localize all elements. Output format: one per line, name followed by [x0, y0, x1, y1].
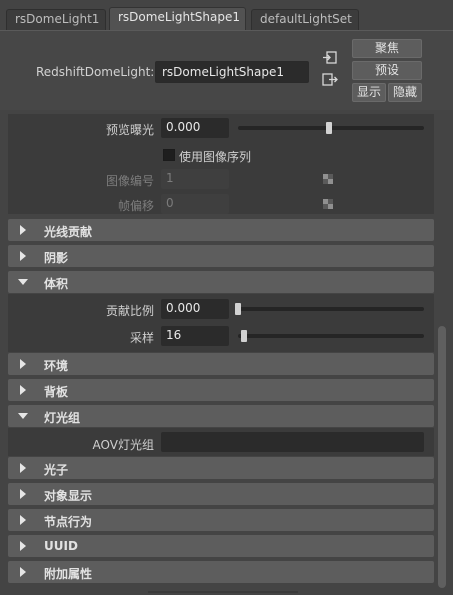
frame-object-display[interactable]: 对象显示	[8, 483, 434, 505]
preview-exposure-field[interactable]: 0.000	[161, 118, 229, 138]
bottom-divider	[148, 591, 298, 593]
tab-label: rsDomeLight1	[15, 12, 100, 26]
frame-light-contribution[interactable]: 光线贡献	[8, 219, 434, 241]
collapsed-arrow-icon	[20, 567, 26, 577]
use-image-sequence-checkbox[interactable]	[163, 149, 175, 161]
collapsed-arrow-icon	[20, 489, 26, 499]
tab-label: rsDomeLightShape1	[118, 10, 240, 24]
samples-slider-handle[interactable]	[241, 330, 247, 342]
keyframe-icon[interactable]	[323, 174, 333, 184]
frame-node-behavior[interactable]: 节点行为	[8, 509, 434, 531]
light-group-section: AOV灯光组	[8, 428, 434, 456]
collapsed-arrow-icon	[20, 385, 26, 395]
contribution-scale-slider[interactable]	[238, 307, 424, 311]
output-connection-icon[interactable]	[322, 73, 338, 87]
samples-slider[interactable]	[238, 334, 424, 338]
frame-environment[interactable]: 环境	[8, 353, 434, 375]
frame-backplate[interactable]: 背板	[8, 379, 434, 401]
samples-label: 采样	[129, 331, 154, 345]
frame-title: 附加属性	[44, 567, 93, 581]
frame-title: 背板	[44, 385, 69, 399]
input-connection-icon[interactable]	[322, 51, 338, 65]
frame-title: 光线贡献	[44, 225, 93, 239]
attribute-panel: 预览曝光 0.000 使用图像序列 图像编号 1 帧偏移 0 光线贡献 阴影 体…	[8, 114, 434, 592]
tab-label: defaultLightSet	[260, 12, 352, 26]
contribution-scale-field[interactable]: 0.000	[161, 299, 229, 319]
aov-light-group-label: AOV灯光组	[92, 438, 154, 452]
frame-extra-attributes[interactable]: 附加属性	[8, 561, 434, 583]
collapsed-arrow-icon	[20, 359, 26, 369]
focus-button[interactable]: 聚焦	[352, 39, 422, 58]
expanded-arrow-icon	[18, 413, 28, 419]
collapsed-arrow-icon	[20, 251, 26, 261]
vertical-scrollbar[interactable]	[436, 114, 448, 592]
show-button[interactable]: 显示	[352, 83, 386, 102]
frame-title: UUID	[44, 539, 78, 553]
frame-title: 节点行为	[44, 515, 93, 529]
contribution-scale-label: 贡献比例	[105, 304, 154, 318]
volume-section: 贡献比例 0.000 采样 16	[8, 294, 434, 352]
collapsed-arrow-icon	[20, 225, 26, 235]
frame-title: 对象显示	[44, 489, 93, 503]
tab-rsdomelight1[interactable]: rsDomeLight1	[6, 9, 106, 30]
collapsed-arrow-icon	[20, 515, 26, 525]
expanded-arrow-icon	[18, 279, 28, 285]
frame-photon[interactable]: 光子	[8, 457, 434, 479]
image-number-label: 图像编号	[105, 174, 154, 188]
frame-shadow[interactable]: 阴影	[8, 245, 434, 267]
scrollbar-thumb[interactable]	[438, 326, 446, 588]
node-name-field[interactable]: rsDomeLightShape1	[155, 61, 309, 83]
frame-volume[interactable]: 体积	[8, 271, 434, 293]
aov-light-group-field[interactable]	[161, 432, 424, 452]
image-section: 预览曝光 0.000 使用图像序列 图像编号 1 帧偏移 0	[8, 114, 434, 214]
frame-title: 阴影	[44, 251, 69, 265]
frame-offset-label: 帧偏移	[117, 199, 154, 213]
frame-uuid[interactable]: UUID	[8, 535, 434, 557]
tab-rsdomelightshape1[interactable]: rsDomeLightShape1	[109, 7, 246, 30]
frame-title: 体积	[44, 277, 69, 291]
frame-title: 环境	[44, 359, 69, 373]
node-type-label: RedshiftDomeLight:	[36, 65, 155, 79]
preview-exposure-slider-handle[interactable]	[326, 122, 332, 134]
preview-exposure-label: 预览曝光	[105, 123, 154, 137]
tab-bar: rsDomeLight1 rsDomeLightShape1 defaultLi…	[0, 0, 453, 30]
hide-button[interactable]: 隐藏	[388, 83, 422, 102]
use-image-sequence-label: 使用图像序列	[179, 150, 252, 164]
frame-light-group[interactable]: 灯光组	[8, 405, 434, 427]
frame-title: 灯光组	[44, 411, 81, 425]
tab-defaultlightset[interactable]: defaultLightSet	[251, 9, 359, 30]
keyframe-icon[interactable]	[323, 199, 333, 209]
samples-field[interactable]: 16	[161, 326, 229, 346]
image-number-field[interactable]: 1	[161, 169, 229, 189]
node-header: RedshiftDomeLight: rsDomeLightShape1 聚焦 …	[0, 30, 453, 110]
preset-button[interactable]: 预设	[352, 61, 422, 80]
frame-offset-field[interactable]: 0	[161, 194, 229, 214]
collapsed-arrow-icon	[20, 463, 26, 473]
frame-title: 光子	[44, 463, 69, 477]
collapsed-arrow-icon	[20, 541, 26, 551]
contribution-scale-slider-handle[interactable]	[235, 303, 241, 315]
